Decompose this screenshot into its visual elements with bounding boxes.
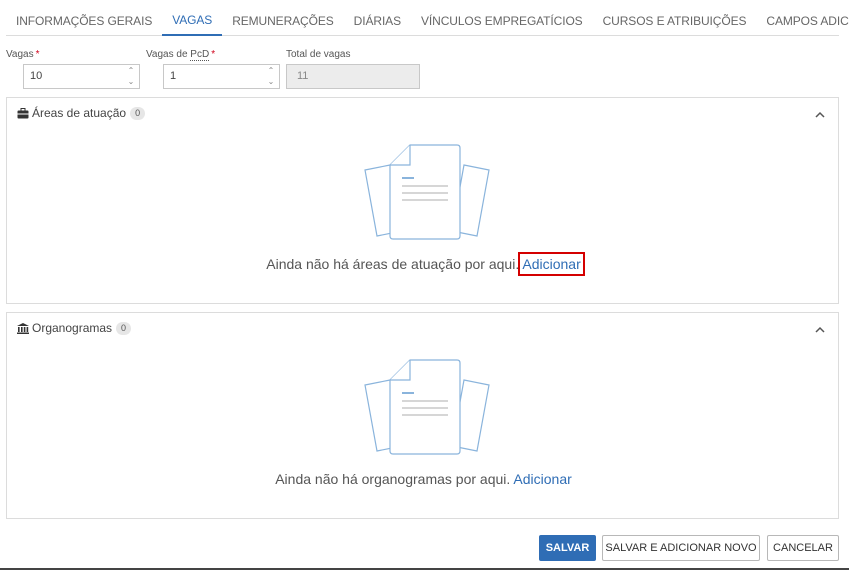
- organogramas-panel: Organogramas 0 Ainda não há organogramas…: [6, 312, 839, 519]
- organogramas-panel-title: Organogramas: [32, 321, 113, 335]
- required-marker: *: [211, 49, 216, 60]
- vagas-label: Vagas *: [6, 49, 40, 60]
- chevron-up-icon[interactable]: ⌃: [263, 65, 279, 76]
- institution-icon: [17, 322, 29, 334]
- chevron-up-icon[interactable]: [814, 109, 826, 121]
- chevron-up-icon[interactable]: [814, 324, 826, 336]
- empty-document-illustration: [364, 144, 490, 240]
- tab-vinculos-empregaticios[interactable]: VÍNCULOS EMPREGATÍCIOS: [411, 0, 593, 36]
- vagas-label-text: Vagas: [6, 49, 34, 60]
- vagas-pcd-stepper[interactable]: ⌃ ⌄: [263, 65, 279, 88]
- tab-diarias[interactable]: DIÁRIAS: [344, 0, 411, 36]
- pcd-abbreviation: PcD: [190, 49, 210, 61]
- tab-campos-adicionais[interactable]: CAMPOS ADICIONAIS: [756, 0, 849, 36]
- chevron-down-icon[interactable]: ⌄: [123, 76, 139, 87]
- total-vagas-field: 11: [286, 64, 420, 89]
- briefcase-icon: [17, 107, 29, 118]
- tab-bar: INFORMAÇÕES GERAIS VAGAS REMUNERAÇÕES DI…: [6, 0, 849, 36]
- tab-informacoes-gerais[interactable]: INFORMAÇÕES GERAIS: [6, 0, 162, 36]
- organogramas-count-badge: 0: [116, 321, 132, 335]
- total-vagas-value: 11: [297, 70, 309, 82]
- areas-empty-message: Ainda não há áreas de atuação por aqui. …: [7, 252, 840, 276]
- tab-remuneracoes[interactable]: REMUNERAÇÕES: [222, 0, 343, 36]
- tab-cursos-e-atribuicoes[interactable]: CURSOS E ATRIBUIÇÕES: [593, 0, 757, 36]
- save-and-add-new-button[interactable]: SALVAR E ADICIONAR NOVO: [602, 535, 760, 561]
- areas-empty-text: Ainda não há áreas de atuação por aqui.: [266, 256, 520, 272]
- chevron-up-icon[interactable]: ⌃: [123, 65, 139, 76]
- areas-add-link[interactable]: Adicionar: [518, 252, 585, 276]
- total-vagas-label: Total de vagas: [286, 49, 351, 60]
- vagas-value: 10: [30, 70, 43, 82]
- vagas-pcd-input[interactable]: 1 ⌃ ⌄: [163, 64, 280, 89]
- empty-document-illustration: [364, 359, 490, 455]
- chevron-down-icon[interactable]: ⌄: [263, 76, 279, 87]
- vagas-pcd-label: Vagas de PcD *: [146, 49, 216, 61]
- organogramas-add-link[interactable]: Adicionar: [513, 471, 571, 487]
- areas-panel-title: Áreas de atuação: [32, 106, 127, 120]
- organogramas-empty-text: Ainda não há organogramas por aqui.: [275, 471, 511, 487]
- cancel-button[interactable]: CANCELAR: [767, 535, 839, 561]
- organogramas-panel-header[interactable]: Organogramas 0: [17, 321, 132, 335]
- areas-panel: Áreas de atuação 0 Ainda não há áreas de…: [6, 97, 839, 304]
- vagas-pcd-label-text: Vagas de: [146, 49, 191, 60]
- vagas-stepper[interactable]: ⌃ ⌄: [123, 65, 139, 88]
- organogramas-empty-message: Ainda não há organogramas por aqui. Adic…: [7, 471, 840, 487]
- vagas-input[interactable]: 10 ⌃ ⌄: [23, 64, 140, 89]
- required-marker: *: [35, 49, 40, 60]
- areas-count-badge: 0: [130, 106, 146, 120]
- areas-panel-header[interactable]: Áreas de atuação 0: [17, 106, 146, 120]
- vagas-pcd-value: 1: [170, 70, 177, 82]
- tab-vagas[interactable]: VAGAS: [162, 0, 223, 36]
- save-button[interactable]: SALVAR: [539, 535, 596, 561]
